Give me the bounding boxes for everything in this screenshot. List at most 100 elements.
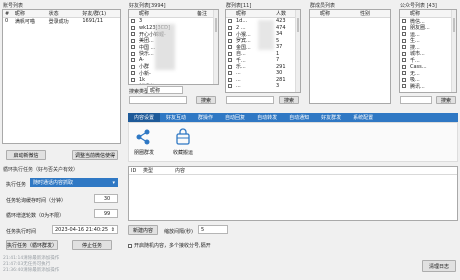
checkbox[interactable] (131, 77, 135, 82)
tab-1[interactable]: 好友互动 (160, 113, 192, 122)
tab-6[interactable]: 好友群发 (315, 113, 347, 122)
scrollbar[interactable] (295, 10, 300, 92)
list-item[interactable]: 稻期光 (129, 83, 218, 85)
stop-task-button[interactable]: 停止任务 (72, 240, 112, 250)
checkbox[interactable] (131, 58, 135, 63)
function-tabs: 内容设置 好友互动 群操作 自动回复 自动转发 自动通知 好友群发 系统配置 (128, 113, 458, 122)
official-table[interactable]: 昵称 微信... 朋友圈... 运... 生... 搜... 城市... 千... Cass.… (399, 9, 457, 93)
col-id: # (5, 10, 10, 17)
tab-5[interactable]: 自动通知 (283, 113, 315, 122)
accounts-table[interactable]: # 昵称 状态 好友/群(1) 0 满帆可喵 登录成功 1691/11 (2, 9, 121, 144)
list-item[interactable]: 腾讯... (400, 83, 456, 90)
official-search-input[interactable] (400, 96, 432, 104)
checkbox[interactable] (228, 51, 232, 56)
checkbox[interactable] (228, 25, 232, 30)
friend-search-button[interactable]: 搜索 (196, 96, 216, 104)
official-title: 公众号列表 [43] (400, 3, 437, 9)
checkbox[interactable] (402, 32, 406, 37)
log-area: 21:41:14清除最新添加操作 21:47:03无任务可执行 21:36:40… (3, 256, 59, 274)
col-count: 好友/群(1) (82, 11, 107, 17)
checkbox[interactable] (228, 77, 232, 82)
loop-title: 循环执行任务（好与否关户有效） (3, 167, 79, 173)
new-content-button[interactable]: 新建内容 (128, 225, 158, 235)
col-nick: 昵称 (14, 11, 25, 17)
checkbox[interactable] (228, 71, 232, 76)
tab-0[interactable]: 内容设置 (128, 113, 161, 122)
friends-table[interactable]: 昵称 备注 3wk123[3CD]开心小锦鲤-美团...中国 ...快乐...A… (128, 9, 219, 85)
tab-4[interactable]: 自动转发 (251, 113, 283, 122)
accounts-title: 账号列表 (3, 3, 24, 9)
checkbox[interactable] (131, 19, 135, 24)
groups-table[interactable]: 昵称 人数 1d... 423 2 ... 474 小猴... 34 罗宾... 5 金国...… (225, 9, 301, 93)
checkbox[interactable] (131, 45, 135, 50)
checkbox[interactable] (402, 25, 406, 30)
exec-label: 执行任务 (6, 182, 27, 188)
groups-title: 群列表[11] (226, 3, 252, 9)
spinner-icon[interactable]: ⇕ (111, 227, 117, 233)
members-table[interactable]: 昵称 性别 (309, 9, 391, 104)
checkbox[interactable] (131, 64, 135, 69)
group-search-button[interactable]: 搜索 (279, 96, 299, 104)
members-title: 群成员列表 (310, 3, 336, 9)
checkbox[interactable] (228, 64, 232, 69)
chevron-down-icon: ▾ (112, 179, 115, 186)
tab-7[interactable]: 系统配置 (347, 113, 379, 122)
checkbox[interactable] (228, 32, 232, 37)
checkbox[interactable] (402, 38, 406, 43)
checkbox[interactable] (131, 71, 135, 76)
checkbox[interactable] (402, 77, 406, 82)
scrollbar[interactable] (451, 10, 456, 92)
table-row[interactable]: 0 满帆可喵 登录成功 1691/11 (3, 18, 120, 25)
checkbox[interactable] (402, 58, 406, 63)
checkbox[interactable] (402, 71, 406, 76)
checkbox[interactable] (228, 84, 232, 89)
list-item[interactable]: ... 30 (226, 70, 300, 77)
checkbox[interactable] (131, 32, 135, 37)
clear-log-button[interactable]: 清理日志 (422, 260, 456, 272)
friends-title: 好友列表[3994] (129, 3, 166, 9)
checkbox[interactable] (228, 58, 232, 63)
count-label: 循环增送轮数（0为不限） (6, 213, 65, 219)
checkbox[interactable] (402, 19, 406, 24)
bag-label: 收藏搬运 (173, 150, 194, 156)
friend-type-select[interactable]: 昵称 (147, 86, 183, 94)
official-search-button[interactable]: 搜索 (436, 96, 456, 104)
list-item[interactable]: 乐... 291 (226, 64, 300, 70)
checkbox[interactable] (402, 45, 406, 50)
zoom-interval-input[interactable]: 5 (198, 225, 228, 234)
run-loop-button[interactable]: 执行任务（循环群发） (6, 240, 58, 250)
random-content-checkbox[interactable]: 开启随机内容，多个接收分号,隔开 (128, 242, 211, 249)
scrollbar[interactable] (213, 10, 218, 84)
blurred-avatar (155, 24, 175, 70)
log-line: 21:36:40清除最新添加操作 (3, 268, 60, 273)
checkbox[interactable] (228, 38, 232, 43)
checkbox[interactable] (402, 84, 406, 89)
friend-search-input[interactable] (129, 96, 187, 104)
share-icon[interactable] (134, 128, 152, 146)
interval-input[interactable]: 30 (94, 194, 118, 203)
share-label: 朋圈群发 (134, 150, 155, 156)
checkbox[interactable] (402, 64, 406, 69)
checkbox[interactable] (402, 51, 406, 56)
checkbox[interactable] (228, 45, 232, 50)
checkbox[interactable] (131, 38, 135, 43)
list-item[interactable]: ... 3 (226, 83, 300, 90)
checkbox[interactable] (131, 51, 135, 56)
exec-task-select[interactable]: 随时通话内容抓取 ▾ (30, 178, 118, 187)
friend-search-type: 搜索类型 (129, 89, 150, 95)
start-wechat-button[interactable]: 启动新微信 (6, 150, 46, 160)
checkbox[interactable] (131, 25, 135, 30)
adjust-wechat-button[interactable]: 调整当前微信使得 (72, 150, 118, 160)
group-search-input[interactable] (226, 96, 274, 104)
tab-2[interactable]: 群操作 (192, 113, 219, 122)
checkbox[interactable] (128, 243, 132, 248)
list-item[interactable]: ... 281 (226, 77, 300, 84)
interval-label: 任务轮询缓存时间（分钟） (6, 198, 67, 204)
checkbox[interactable] (131, 84, 135, 85)
content-table[interactable]: ID 类型 内容 (128, 166, 458, 221)
checkbox[interactable] (228, 19, 232, 24)
tab-3[interactable]: 自动回复 (219, 113, 251, 122)
count-input[interactable]: 99 (94, 209, 118, 218)
time-input[interactable]: 2023-04-16 21:40:25 ⇕ (52, 225, 118, 234)
bag-icon[interactable] (174, 128, 192, 146)
